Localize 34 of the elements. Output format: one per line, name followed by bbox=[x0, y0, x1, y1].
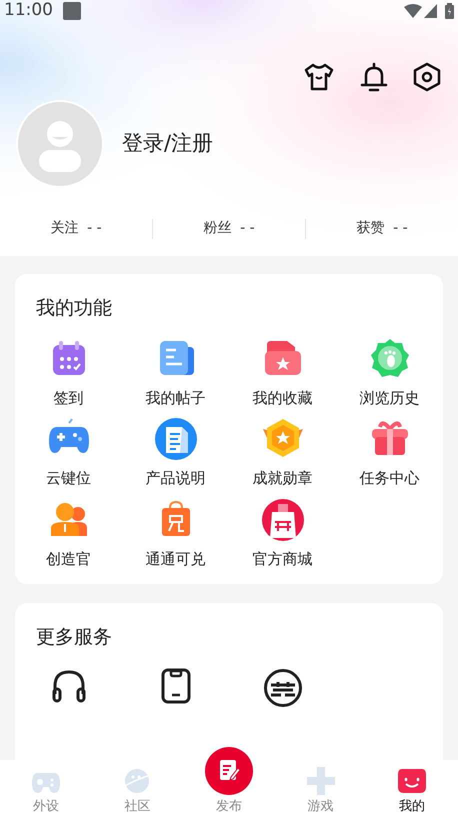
feature-label[interactable]: 云键位 bbox=[46, 467, 91, 490]
dpad-icon bbox=[304, 764, 337, 796]
wifi-icon bbox=[404, 4, 422, 18]
feature-label[interactable]: 官方商城 bbox=[252, 548, 312, 570]
feature-label[interactable]: 浏览历史 bbox=[360, 386, 420, 409]
nav-tab[interactable]: 社区 bbox=[92, 760, 184, 820]
status-time: 11:00 bbox=[4, 0, 53, 22]
stat-item[interactable]: 关注 - - bbox=[50, 218, 102, 239]
notification-icon bbox=[63, 2, 81, 20]
bell-icon[interactable] bbox=[360, 62, 388, 92]
login-link[interactable]: 登录/注册 bbox=[122, 128, 214, 160]
note-circle-icon[interactable] bbox=[154, 417, 198, 461]
nav-tab[interactable]: 我的 bbox=[366, 760, 458, 820]
publish-tab[interactable]: 发布 bbox=[183, 746, 275, 820]
headset-icon[interactable] bbox=[50, 668, 86, 704]
stat-item[interactable]: 粉丝 - - bbox=[203, 218, 255, 239]
shirt-icon[interactable] bbox=[303, 62, 335, 92]
battery-icon bbox=[445, 3, 454, 19]
feature-label[interactable]: 创造官 bbox=[46, 548, 91, 570]
section-title: 更多服务 bbox=[35, 625, 113, 650]
settings-icon[interactable] bbox=[413, 62, 441, 92]
feature-label[interactable]: 成就勋章 bbox=[252, 467, 312, 490]
section-title: 我的功能 bbox=[35, 296, 113, 321]
feature-label[interactable]: 产品说明 bbox=[146, 467, 206, 490]
feature-label[interactable]: 签到 bbox=[54, 386, 84, 409]
feature-label[interactable]: 任务中心 bbox=[360, 467, 420, 490]
feature-label[interactable]: 我的帖子 bbox=[146, 386, 206, 409]
nav-tab[interactable]: 游戏 bbox=[274, 760, 366, 820]
stat-item[interactable]: 获赞 - - bbox=[356, 218, 408, 239]
feature-label[interactable]: 通通可兑 bbox=[146, 548, 206, 570]
signal-icon bbox=[424, 4, 437, 18]
store-icon[interactable] bbox=[260, 498, 304, 542]
feature-label[interactable]: 我的收藏 bbox=[252, 386, 312, 409]
nav-tab[interactable]: 外设 bbox=[0, 760, 92, 820]
